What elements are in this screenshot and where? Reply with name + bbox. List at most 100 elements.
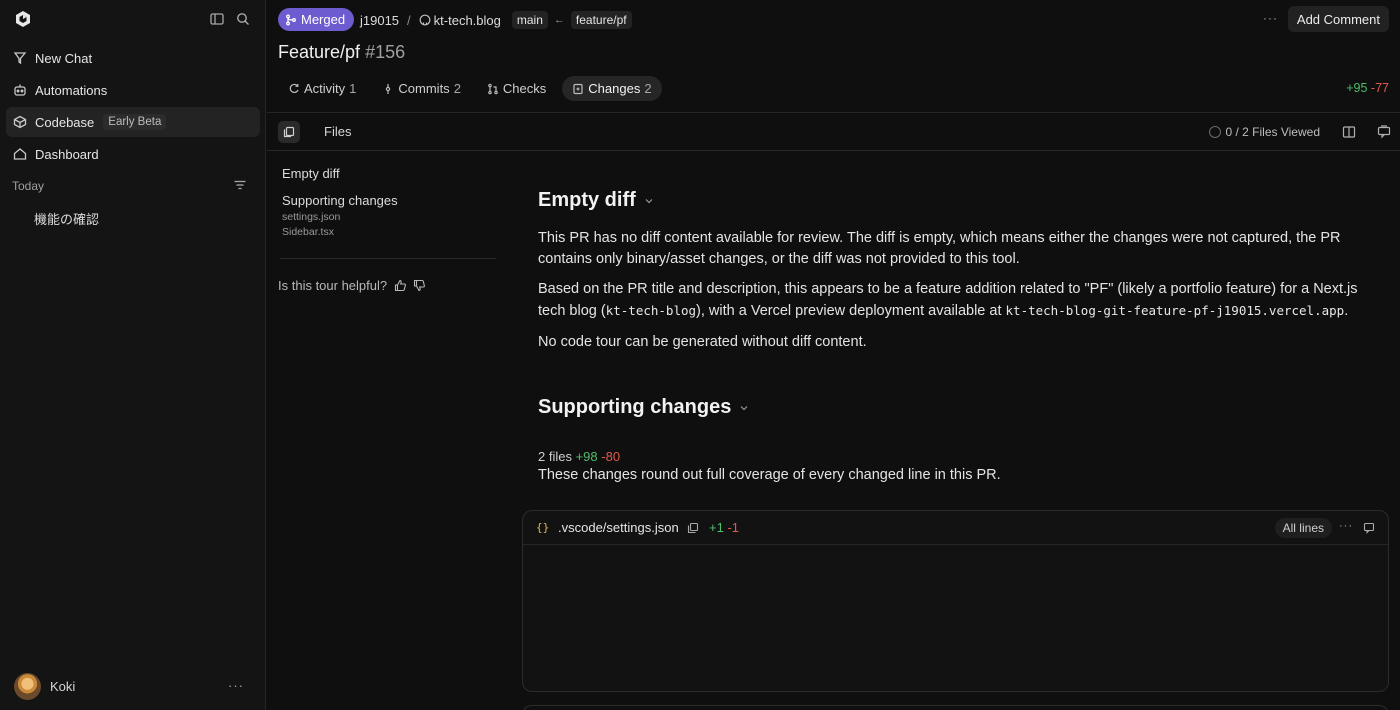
additions-count: +95 bbox=[1346, 81, 1368, 95]
tab-activity[interactable]: Activity 1 bbox=[278, 76, 366, 101]
comments-toggle-icon[interactable] bbox=[1377, 125, 1391, 139]
text-span: ), with a Vercel preview deployment avai… bbox=[696, 303, 1006, 319]
tour-content: Empty diff This PR has no diff content a… bbox=[538, 180, 1368, 486]
paragraph: These changes round out full coverage of… bbox=[538, 467, 1001, 483]
tab-label: Changes bbox=[588, 81, 641, 96]
outline-item-supporting-changes[interactable]: Supporting changes bbox=[282, 193, 496, 208]
files-label: Files bbox=[324, 124, 352, 139]
search-icon[interactable] bbox=[235, 11, 251, 27]
toggle-sidebar-icon[interactable] bbox=[209, 11, 225, 27]
user-name: Koki bbox=[50, 678, 76, 694]
tab-count: 1 bbox=[349, 81, 357, 96]
pr-title-text: Feature/pf bbox=[278, 42, 361, 62]
copy-icon[interactable] bbox=[687, 522, 699, 534]
repo-name-link[interactable]: kt-tech.blog bbox=[434, 13, 501, 28]
chevron-down-icon[interactable] bbox=[644, 196, 654, 206]
next-file-card bbox=[522, 705, 1389, 710]
deletions-count: -1 bbox=[727, 520, 740, 535]
split-view-icon[interactable] bbox=[1342, 125, 1356, 139]
files-summary: 2 files +98 -80 bbox=[538, 449, 1368, 464]
tab-label: Activity bbox=[304, 81, 346, 96]
more-icon[interactable]: ··· bbox=[1339, 520, 1353, 532]
sidebar: New Chat Automations Codebase Early Beta… bbox=[0, 0, 266, 710]
more-icon[interactable]: ··· bbox=[1263, 11, 1278, 25]
merged-status-badge: Merged bbox=[278, 8, 355, 31]
pr-tabs: Activity 1 Commits 2 Checks Changes 2 bbox=[278, 76, 668, 101]
file-tree-toggle-button[interactable] bbox=[278, 121, 300, 143]
thumbs-up-icon[interactable] bbox=[394, 279, 407, 292]
inline-code: kt-tech-blog bbox=[605, 303, 697, 318]
outline-file-item[interactable]: Sidebar.tsx bbox=[282, 226, 496, 238]
sidebar-item-label: Automations bbox=[35, 82, 108, 98]
comment-icon[interactable] bbox=[1363, 522, 1375, 534]
tab-changes[interactable]: Changes 2 bbox=[562, 76, 662, 101]
tour-feedback: Is this tour helpful? bbox=[278, 278, 426, 293]
deletions-count: -80 bbox=[601, 449, 621, 464]
section-heading-supporting-changes[interactable]: Supporting changes bbox=[538, 396, 1368, 419]
pr-header: Merged j19015 / kt-tech.blog main ← feat… bbox=[267, 0, 1400, 38]
chevron-down-icon[interactable] bbox=[739, 403, 749, 413]
page-title: Feature/pf #156 bbox=[278, 42, 405, 63]
inline-code: kt-tech-blog-git-feature-pf-j19015.verce… bbox=[1005, 303, 1345, 318]
tab-label: Commits bbox=[398, 81, 450, 96]
additions-count: +1 bbox=[709, 520, 724, 535]
today-label: Today bbox=[12, 179, 45, 193]
section-title: Empty diff bbox=[538, 189, 636, 211]
pr-number: #156 bbox=[365, 42, 406, 62]
all-lines-button[interactable]: All lines bbox=[1274, 518, 1332, 538]
dashboard-icon bbox=[13, 147, 27, 161]
automations-icon bbox=[13, 83, 27, 97]
paragraph: This PR has no diff content available fo… bbox=[538, 230, 1341, 267]
app-logo-icon[interactable] bbox=[14, 10, 32, 28]
outline-file-item[interactable]: settings.json bbox=[282, 211, 496, 223]
main-panel: Merged j19015 / kt-tech.blog main ← feat… bbox=[267, 0, 1400, 710]
file-diff-card: {} .vscode/settings.json +1 -1 All lines… bbox=[522, 510, 1389, 692]
checks-icon bbox=[487, 83, 499, 95]
tab-label: Checks bbox=[502, 81, 547, 96]
early-beta-badge: Early Beta bbox=[103, 114, 167, 130]
additions-count: +98 bbox=[575, 449, 598, 464]
json-file-icon: {} bbox=[536, 521, 550, 534]
sidebar-item-automations[interactable]: Automations bbox=[6, 75, 260, 105]
codebase-icon bbox=[13, 115, 27, 129]
chat-history-item[interactable]: 機能の確認 bbox=[34, 209, 99, 228]
file-path[interactable]: .vscode/settings.json bbox=[558, 520, 679, 535]
outline-item-empty-diff[interactable]: Empty diff bbox=[282, 166, 496, 181]
tab-count: 2 bbox=[453, 81, 461, 96]
arrow-left-icon: ← bbox=[553, 14, 565, 26]
divider bbox=[280, 258, 496, 259]
tab-commits[interactable]: Commits 2 bbox=[372, 76, 471, 101]
sidebar-nav: New Chat Automations Codebase Early Beta… bbox=[6, 43, 260, 171]
activity-icon bbox=[288, 83, 300, 95]
files-viewed-counter: 0 / 2 Files Viewed bbox=[1208, 125, 1320, 139]
add-comment-button[interactable]: Add Comment bbox=[1287, 6, 1389, 32]
tab-checks[interactable]: Checks bbox=[477, 76, 556, 101]
file-diff-header[interactable]: {} .vscode/settings.json +1 -1 All lines… bbox=[523, 511, 1388, 545]
sidebar-item-label: Dashboard bbox=[35, 146, 99, 162]
changes-icon bbox=[572, 83, 584, 95]
text-span: . bbox=[1344, 303, 1349, 319]
breadcrumb-separator: / bbox=[407, 12, 411, 28]
new-chat-icon bbox=[13, 51, 27, 65]
thumbs-down-icon[interactable] bbox=[413, 279, 426, 292]
paragraph: Based on the PR title and description, t… bbox=[538, 279, 1368, 322]
merge-icon bbox=[285, 14, 297, 26]
filter-icon[interactable] bbox=[233, 178, 249, 194]
sidebar-item-new-chat[interactable]: New Chat bbox=[6, 43, 260, 73]
more-icon[interactable]: ··· bbox=[228, 678, 244, 693]
status-label: Merged bbox=[301, 12, 346, 27]
head-branch: feature/pf bbox=[570, 11, 632, 29]
file-diff-stat: +1 -1 bbox=[709, 520, 739, 535]
section-title: Supporting changes bbox=[538, 396, 732, 418]
sidebar-item-codebase[interactable]: Codebase Early Beta bbox=[6, 107, 260, 137]
section-heading-empty-diff[interactable]: Empty diff bbox=[538, 189, 1368, 212]
feedback-question: Is this tour helpful? bbox=[278, 278, 388, 293]
sidebar-item-dashboard[interactable]: Dashboard bbox=[6, 139, 260, 169]
breadcrumb: j19015 / kt-tech.blog main ← feature/pf bbox=[360, 11, 632, 29]
today-section-header: Today bbox=[12, 179, 252, 193]
viewed-circle-icon bbox=[1208, 126, 1221, 138]
user-menu[interactable]: Koki ··· bbox=[14, 672, 250, 700]
changes-toolbar: Files 0 / 2 Files Viewed bbox=[267, 112, 1400, 151]
avatar[interactable] bbox=[14, 672, 41, 700]
repo-owner-link[interactable]: j19015 bbox=[360, 13, 399, 28]
